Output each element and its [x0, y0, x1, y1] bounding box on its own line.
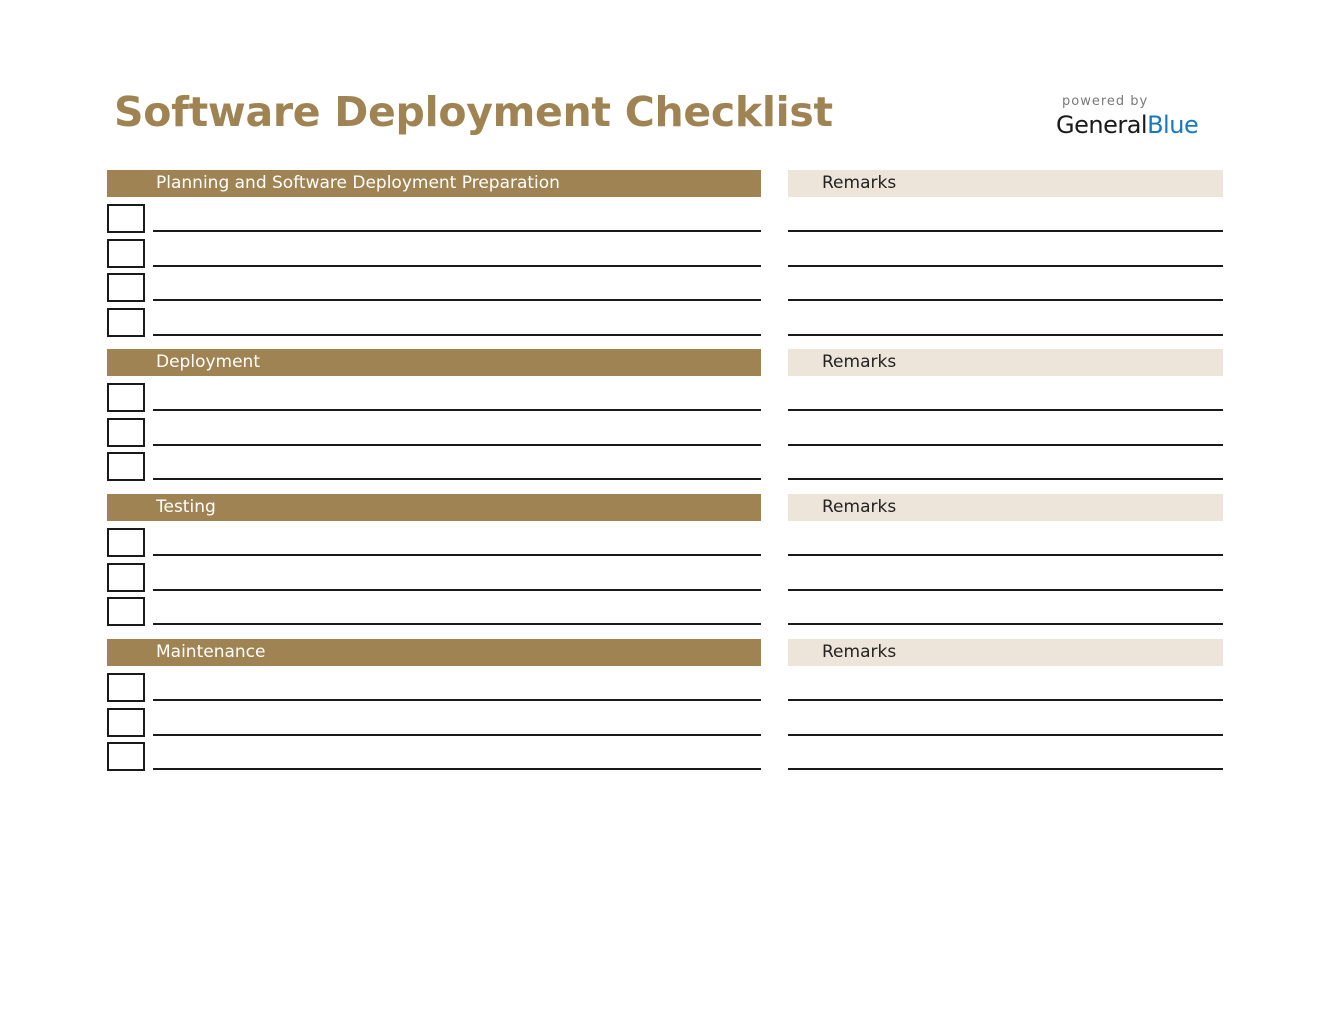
checkbox[interactable]: [107, 417, 145, 447]
checkbox[interactable]: [107, 707, 145, 737]
powered-by-label: powered by: [1062, 94, 1149, 109]
checkbox[interactable]: [107, 204, 145, 233]
remarks-entry-line[interactable]: [788, 478, 1223, 480]
checklist-row: [0, 411, 1320, 447]
checkbox[interactable]: [107, 742, 145, 771]
checklist-row: [0, 376, 1320, 412]
remarks-header: Remarks: [788, 639, 1223, 666]
remarks-header: Remarks: [788, 349, 1223, 376]
checkbox[interactable]: [107, 562, 145, 592]
brand-logo: powered by GeneralBlue: [1056, 94, 1226, 140]
section-header: Deployment: [107, 349, 761, 376]
checkbox[interactable]: [107, 452, 145, 481]
section-header: Testing: [107, 494, 761, 521]
checklist-row: [0, 666, 1320, 702]
remarks-header: Remarks: [788, 170, 1223, 197]
remarks-entry-line[interactable]: [788, 623, 1223, 625]
checklist-row: [0, 590, 1320, 626]
checklist-row: [0, 735, 1320, 771]
checklist-row: [0, 266, 1320, 302]
checklist-row: [0, 556, 1320, 592]
brand-name: GeneralBlue: [1056, 110, 1226, 140]
checklist-row: [0, 301, 1320, 337]
brand-name-blue: Blue: [1147, 111, 1199, 139]
task-entry-line[interactable]: [153, 333, 761, 336]
checkbox[interactable]: [107, 528, 145, 557]
remarks-header: Remarks: [788, 494, 1223, 521]
checklist-row: [0, 232, 1320, 268]
checkbox[interactable]: [107, 307, 145, 337]
checkbox[interactable]: [107, 238, 145, 268]
checkbox[interactable]: [107, 673, 145, 702]
checkbox[interactable]: [107, 383, 145, 412]
checkbox[interactable]: [107, 273, 145, 302]
checklist-row: [0, 521, 1320, 557]
checkbox[interactable]: [107, 597, 145, 626]
remarks-entry-line[interactable]: [788, 333, 1223, 336]
section-header: Planning and Software Deployment Prepara…: [107, 170, 761, 197]
checklist-row: [0, 445, 1320, 481]
page-title: Software Deployment Checklist: [114, 88, 833, 136]
task-entry-line[interactable]: [153, 623, 761, 625]
section-header: Maintenance: [107, 639, 761, 666]
task-entry-line[interactable]: [153, 478, 761, 480]
checklist-row: [0, 701, 1320, 737]
remarks-entry-line[interactable]: [788, 768, 1223, 770]
brand-name-general: General: [1056, 111, 1148, 139]
checklist-row: [0, 197, 1320, 233]
task-entry-line[interactable]: [153, 768, 761, 770]
